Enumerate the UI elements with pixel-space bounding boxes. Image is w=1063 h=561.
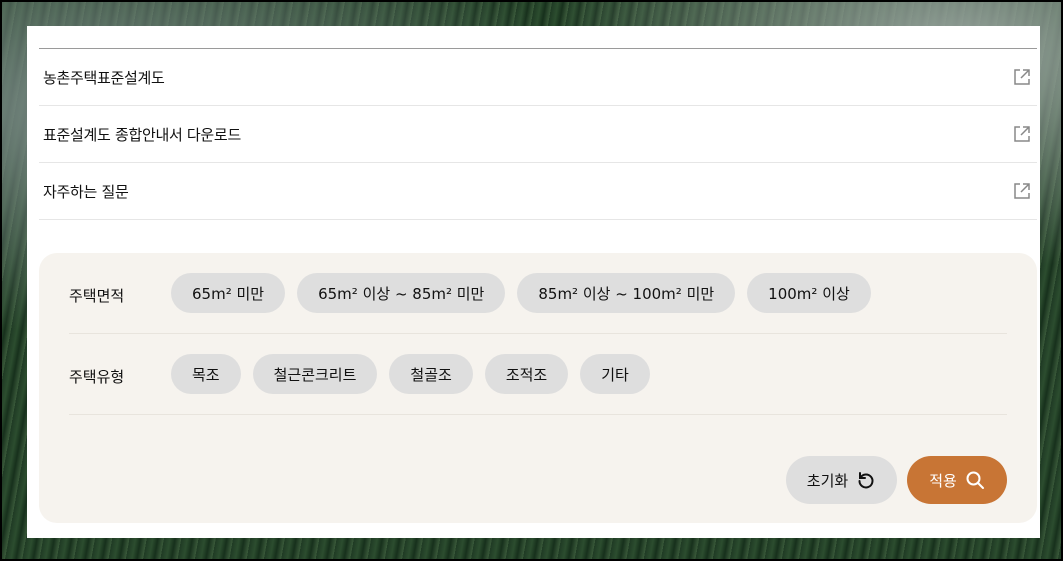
apply-button[interactable]: 적용: [907, 456, 1007, 504]
refresh-icon: [858, 472, 874, 489]
type-chips: 목조 철근콘크리트 철골조 조적조 기타: [171, 354, 650, 394]
chip-type-other[interactable]: 기타: [580, 354, 650, 394]
chip-area-65-85[interactable]: 65m² 이상 ~ 85m² 미만: [297, 273, 506, 313]
filter-box: 주택면적 65m² 미만 65m² 이상 ~ 85m² 미만 85m² 이상 ~…: [39, 253, 1037, 523]
reset-button[interactable]: 초기화: [786, 456, 897, 504]
filter-label-area: 주택면적: [69, 287, 125, 305]
external-link-icon: [1014, 126, 1030, 142]
chip-area-under-65[interactable]: 65m² 미만: [171, 273, 286, 313]
reset-label: 초기화: [806, 471, 849, 490]
filter-row-area: 주택면적 65m² 미만 65m² 이상 ~ 85m² 미만 85m² 이상 ~…: [69, 273, 1007, 334]
filter-row-type: 주택유형 목조 철근콘크리트 철골조 조적조 기타: [69, 354, 1007, 415]
apply-label: 적용: [929, 471, 957, 490]
filter-label-type: 주택유형: [69, 368, 125, 386]
filter-actions: 초기화 적용: [786, 456, 1007, 504]
chip-type-masonry[interactable]: 조적조: [484, 354, 569, 394]
link-rural-housing-design[interactable]: 농촌주택표준설계도: [39, 49, 1037, 106]
chip-area-85-100[interactable]: 85m² 이상 ~ 100m² 미만: [517, 273, 736, 313]
link-list: 농촌주택표준설계도 표준설계도 종합안내서 다운로드 자주하는 질문: [39, 48, 1037, 220]
external-link-icon: [1014, 183, 1030, 199]
chip-type-steel[interactable]: 철골조: [389, 354, 473, 394]
external-link-icon: [1014, 69, 1030, 85]
chip-type-wood[interactable]: 목조: [171, 354, 241, 394]
search-icon: [966, 471, 984, 489]
chip-area-over-100[interactable]: 100m² 이상: [747, 273, 871, 313]
link-label: 표준설계도 종합안내서 다운로드: [43, 125, 241, 144]
link-guide-download[interactable]: 표준설계도 종합안내서 다운로드: [39, 106, 1037, 163]
link-label: 자주하는 질문: [43, 182, 129, 201]
chip-type-rc[interactable]: 철근콘크리트: [252, 354, 378, 394]
area-chips: 65m² 미만 65m² 이상 ~ 85m² 미만 85m² 이상 ~ 100m…: [171, 273, 871, 313]
link-label: 농촌주택표준설계도: [43, 68, 165, 87]
content-panel: 농촌주택표준설계도 표준설계도 종합안내서 다운로드 자주하는 질문 주택면적 …: [27, 26, 1040, 538]
link-faq[interactable]: 자주하는 질문: [39, 163, 1037, 220]
